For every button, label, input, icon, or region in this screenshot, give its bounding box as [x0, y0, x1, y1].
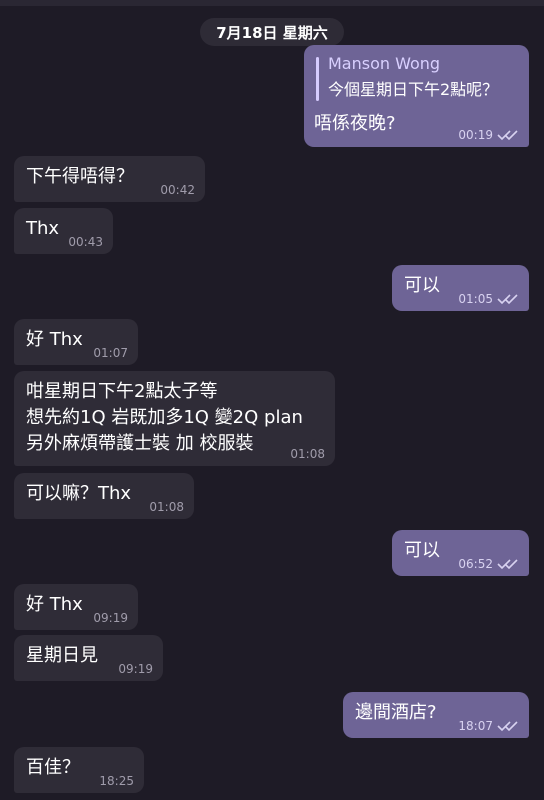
message-text: 唔係夜晚?	[314, 113, 396, 134]
message-bubble-outgoing[interactable]: 邊間酒店? 18:07	[343, 692, 529, 738]
message-bubble-incoming[interactable]: 咁星期日下午2點太子等 想先約1Q 岩既加多1Q 變2Q plan 另外麻煩帶護…	[14, 371, 335, 466]
message-time: 01:08	[149, 500, 184, 514]
message-text: Thx	[26, 218, 60, 239]
double-check-icon	[497, 558, 519, 570]
message-bubble-incoming[interactable]: Thx 00:43	[14, 208, 113, 254]
message-bubble-incoming[interactable]: 可以嘛？Thx 01:08	[14, 473, 194, 519]
message-meta: 00:42	[160, 182, 195, 198]
message-time: 09:19	[118, 662, 153, 676]
message-time: 01:07	[93, 346, 128, 360]
message-bubble-outgoing[interactable]: 可以 06:52	[392, 530, 529, 576]
message-time: 18:07	[458, 719, 493, 733]
message-meta: 00:43	[68, 234, 103, 250]
message-bubble-incoming[interactable]: 下午得唔得？ 00:42	[14, 156, 205, 202]
message-time: 00:42	[160, 183, 195, 197]
message-meta: 01:08	[149, 499, 184, 515]
message-meta: 18:25	[99, 773, 134, 789]
message-bubble-outgoing[interactable]: Manson Wong 今個星期日下午2點呢？ 唔係夜晚? 00:19	[304, 45, 529, 147]
message-text: 好 Thx	[26, 594, 83, 615]
top-edge	[0, 0, 544, 6]
message-bubble-incoming[interactable]: 好 Thx 09:19	[14, 584, 138, 630]
message-time: 06:52	[458, 557, 493, 571]
message-meta: 01:08	[290, 446, 325, 462]
message-bubble-incoming[interactable]: 星期日見 09:19	[14, 635, 163, 681]
message-time: 01:08	[290, 447, 325, 461]
message-line: 咁星期日下午2點太子等	[26, 381, 218, 402]
double-check-icon	[497, 293, 519, 305]
message-meta: 09:19	[93, 610, 128, 626]
message-bubble-incoming[interactable]: 百佳？ 18:25	[14, 747, 144, 793]
message-text: 下午得唔得？	[26, 166, 134, 187]
message-meta: 09:19	[118, 661, 153, 677]
date-divider: 7月18日 星期六	[200, 18, 344, 46]
message-line: 想先約1Q 岩既加多1Q 變2Q plan	[26, 407, 303, 428]
message-time: 01:05	[458, 292, 493, 306]
message-time: 00:19	[458, 128, 493, 142]
double-check-icon	[497, 129, 519, 141]
reply-sender-name[interactable]: Manson Wong	[328, 53, 440, 75]
message-text: 星期日見	[26, 645, 98, 666]
message-bubble-outgoing[interactable]: 可以 01:05	[392, 265, 529, 311]
message-time: 09:19	[93, 611, 128, 625]
message-meta: 06:52	[458, 556, 519, 572]
message-bubble-incoming[interactable]: 好 Thx 01:07	[14, 319, 138, 365]
message-meta: 01:05	[458, 291, 519, 307]
message-text: 可以嘛？Thx	[26, 483, 132, 504]
message-time: 00:43	[68, 235, 103, 249]
message-text: 邊間酒店?	[355, 702, 437, 723]
message-text: 百佳？	[26, 757, 80, 778]
message-text: 可以	[404, 275, 440, 296]
message-meta: 18:07	[458, 718, 519, 734]
message-meta: 00:19	[458, 127, 519, 143]
message-line: 另外麻煩帶護士裝 加 校服裝	[26, 433, 254, 454]
message-meta: 01:07	[93, 345, 128, 361]
double-check-icon	[497, 720, 519, 732]
message-text: 可以	[404, 540, 440, 561]
message-time: 18:25	[99, 774, 134, 788]
reply-quote-bar	[316, 57, 319, 101]
message-text: 好 Thx	[26, 329, 83, 350]
reply-quoted-text[interactable]: 今個星期日下午2點呢？	[328, 79, 498, 101]
